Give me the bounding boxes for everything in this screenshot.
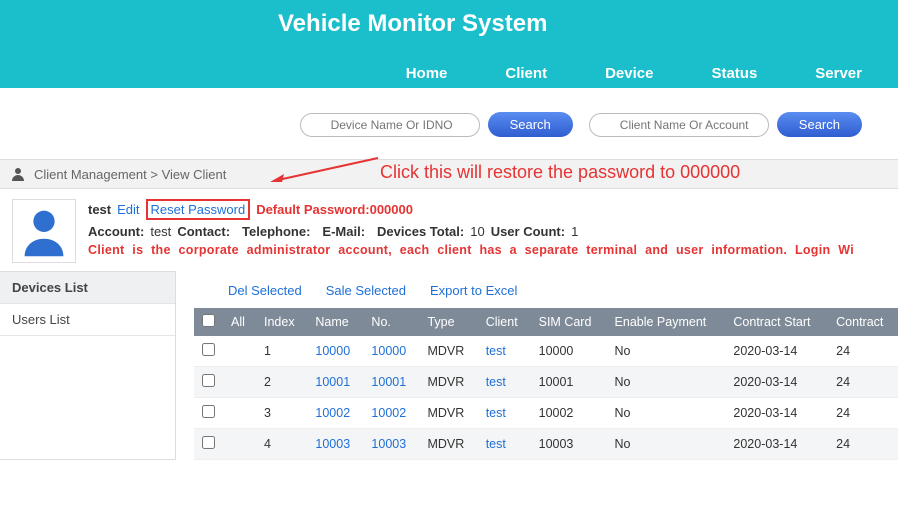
table-actions: Del Selected Sale Selected Export to Exc… xyxy=(194,271,898,308)
annotation-text: Click this will restore the password to … xyxy=(380,162,740,183)
device-no-link[interactable]: 10001 xyxy=(371,375,406,389)
client-search-input[interactable] xyxy=(589,113,769,137)
device-name-link[interactable]: 10001 xyxy=(315,375,350,389)
device-client-link[interactable]: test xyxy=(486,344,506,358)
devices-total: 10 xyxy=(470,224,484,239)
user-icon xyxy=(10,166,26,182)
device-no-link[interactable]: 10003 xyxy=(371,437,406,451)
edit-link[interactable]: Edit xyxy=(117,202,139,217)
devices-table: All Index Name No. Type Client SIM Card … xyxy=(194,308,898,460)
device-client-link[interactable]: test xyxy=(486,375,506,389)
header: Vehicle Monitor System Home Client Devic… xyxy=(0,0,898,88)
device-name-link[interactable]: 10002 xyxy=(315,406,350,420)
device-name-link[interactable]: 10003 xyxy=(315,437,350,451)
table-row: 11000010000MDVRtest10000No2020-03-1424 xyxy=(194,336,898,367)
device-name-link[interactable]: 10000 xyxy=(315,344,350,358)
row-checkbox[interactable] xyxy=(202,343,215,356)
nav-home[interactable]: Home xyxy=(406,65,448,82)
device-no-link[interactable]: 10002 xyxy=(371,406,406,420)
sidebar-item-users[interactable]: Users List xyxy=(0,304,175,336)
select-all-checkbox[interactable] xyxy=(202,314,215,327)
nav-server[interactable]: Server xyxy=(815,65,862,82)
device-client-link[interactable]: test xyxy=(486,406,506,420)
main-nav: Home Client Device Status Server xyxy=(0,65,898,82)
row-checkbox[interactable] xyxy=(202,374,215,387)
nav-status[interactable]: Status xyxy=(711,65,757,82)
user-count: 1 xyxy=(571,224,578,239)
device-search-button[interactable]: Search xyxy=(488,112,573,137)
client-search-button[interactable]: Search xyxy=(777,112,862,137)
avatar xyxy=(12,199,76,263)
sale-selected-link[interactable]: Sale Selected xyxy=(326,283,406,298)
table-row: 31000210002MDVRtest10002No2020-03-1424 xyxy=(194,398,898,429)
sidebar: Devices List Users List xyxy=(0,271,176,460)
device-no-link[interactable]: 10000 xyxy=(371,344,406,358)
row-checkbox[interactable] xyxy=(202,405,215,418)
default-password-label: Default Password:000000 xyxy=(256,202,413,217)
export-excel-link[interactable]: Export to Excel xyxy=(430,283,517,298)
account-value: test xyxy=(150,224,171,239)
nav-client[interactable]: Client xyxy=(505,65,547,82)
breadcrumb-root[interactable]: Client Management xyxy=(34,167,147,182)
client-name: test xyxy=(88,202,111,217)
sidebar-item-devices[interactable]: Devices List xyxy=(0,272,175,304)
table-row: 41000310003MDVRtest10003No2020-03-1424 xyxy=(194,429,898,460)
breadcrumb-current: View Client xyxy=(162,167,227,182)
app-title: Vehicle Monitor System xyxy=(278,10,547,38)
row-checkbox[interactable] xyxy=(202,436,215,449)
nav-device[interactable]: Device xyxy=(605,65,653,82)
device-search-input[interactable] xyxy=(300,113,480,137)
reset-password-link[interactable]: Reset Password xyxy=(146,199,251,220)
del-selected-link[interactable]: Del Selected xyxy=(228,283,302,298)
client-note: Client is the corporate administrator ac… xyxy=(88,243,886,257)
device-client-link[interactable]: test xyxy=(486,437,506,451)
breadcrumb: Client Management > View Client Click th… xyxy=(0,159,898,189)
client-info: test Edit Reset Password Default Passwor… xyxy=(0,189,898,271)
search-bar: Search Search xyxy=(0,88,898,159)
table-row: 21000110001MDVRtest10001No2020-03-1424 xyxy=(194,367,898,398)
